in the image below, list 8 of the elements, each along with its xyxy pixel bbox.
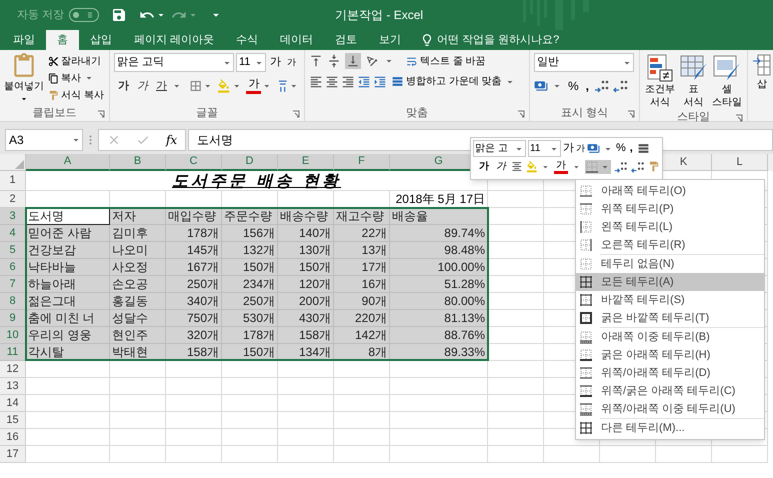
- sheet-title: 도서주문 배송 현황: [172, 170, 342, 192]
- group-label: 스타일: [677, 110, 710, 125]
- group-label: 글꼴: [196, 106, 218, 121]
- group-label: 표시 형식: [560, 106, 608, 121]
- group-label: 클립보드: [32, 106, 76, 121]
- autosave-label: 자동 저장: [17, 8, 64, 23]
- window-title: 기본작업 - Excel: [335, 7, 424, 24]
- group-label: 맞춤: [406, 106, 428, 121]
